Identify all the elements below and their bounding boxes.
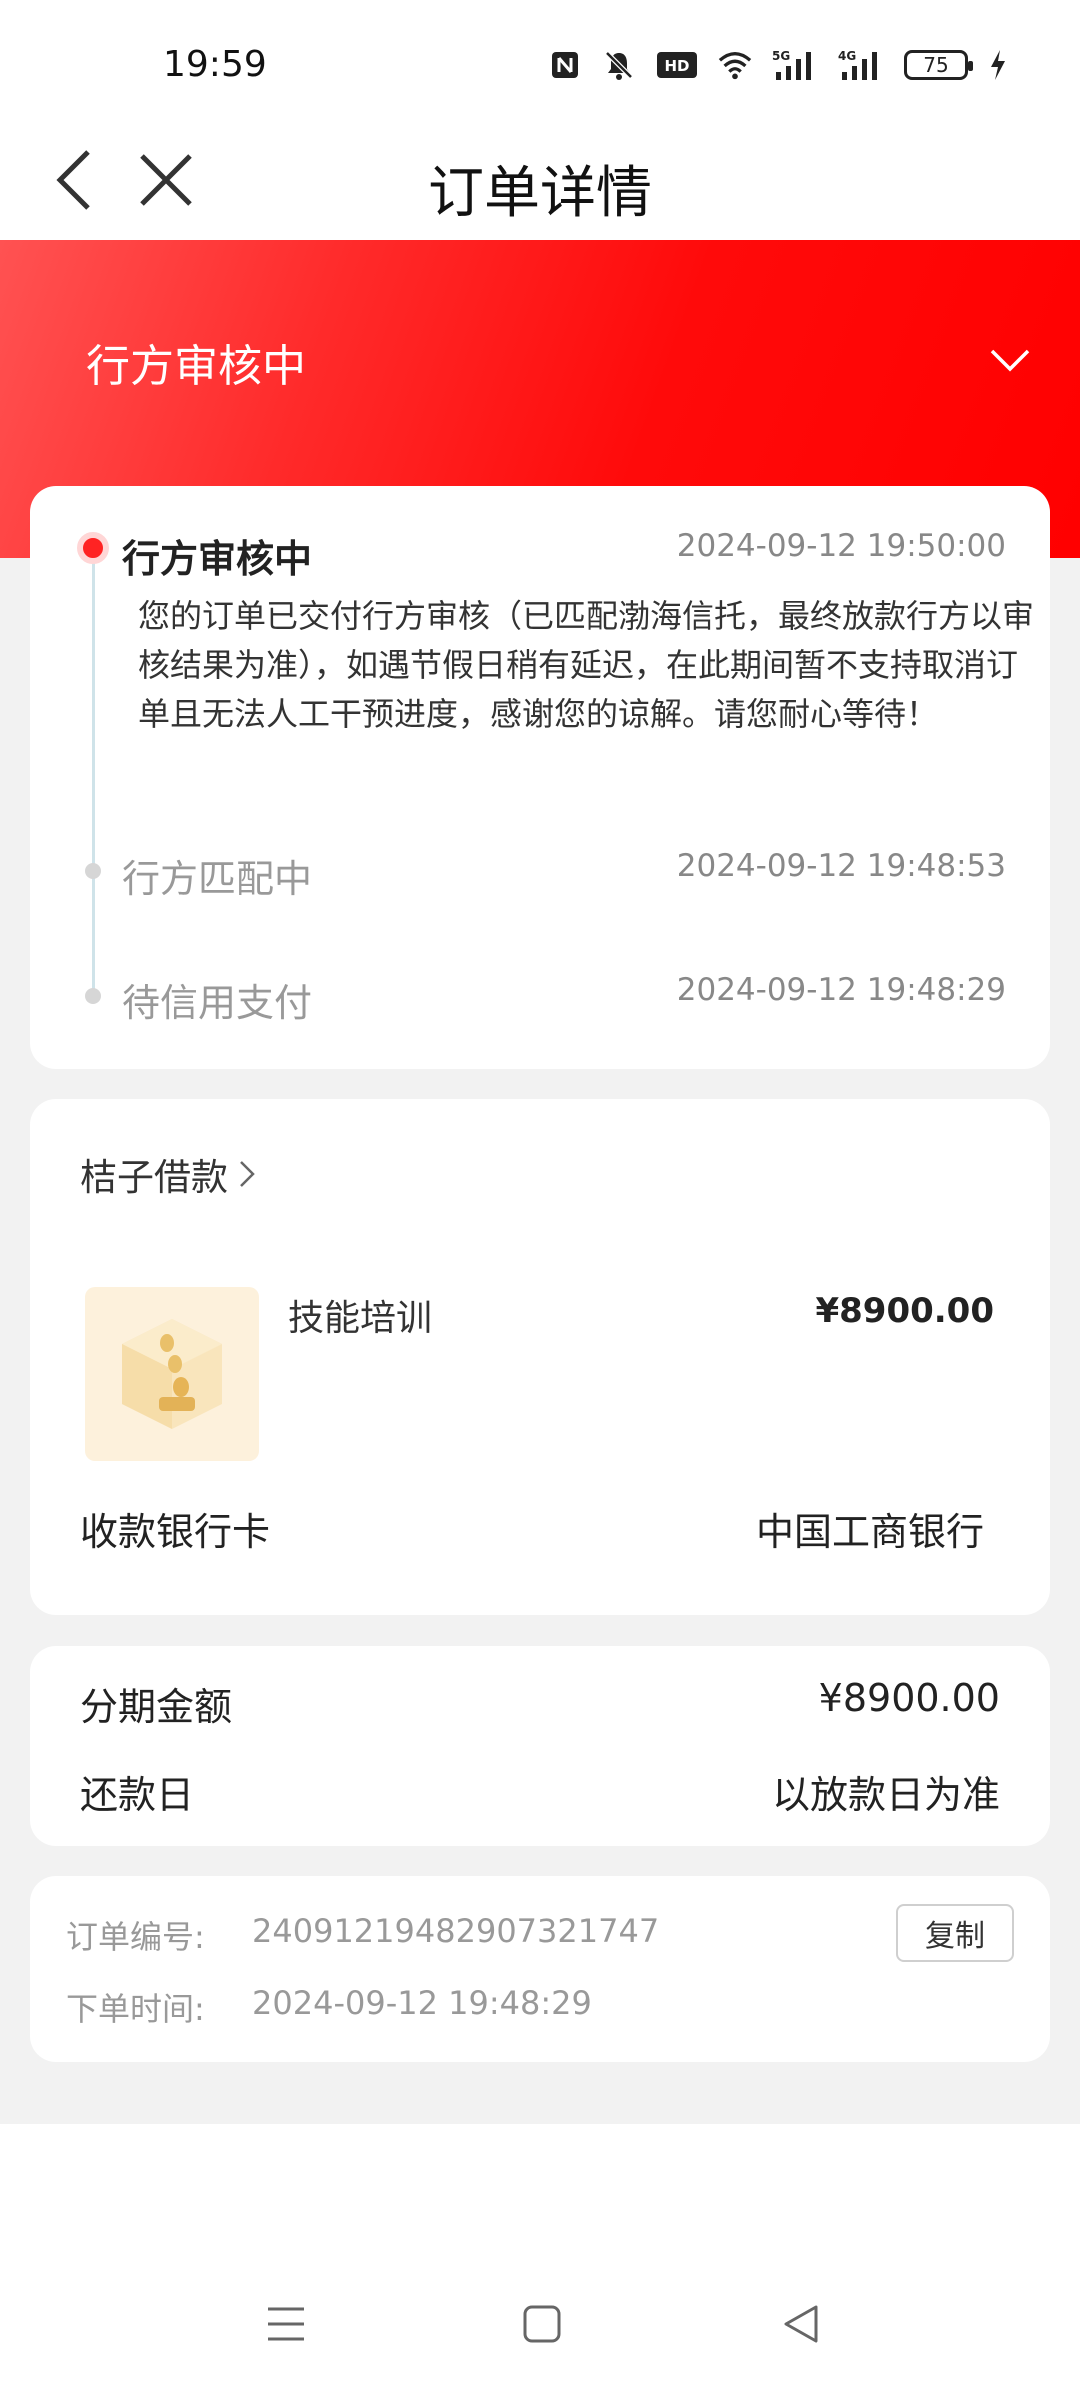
order-number-value: 24091219482907321747 [252, 1912, 660, 1950]
home-square-icon [523, 2305, 561, 2343]
battery-icon: 75 [904, 50, 973, 80]
nfc-icon [548, 48, 582, 82]
timeline-step-title: 待信用支付 [122, 981, 313, 1025]
nav-bar: 订单详情 [0, 120, 1080, 240]
page-title: 订单详情 [428, 161, 652, 226]
timeline-dot [85, 863, 101, 879]
bank-card-value: 中国工商银行 [755, 1510, 984, 1554]
timeline-step-title: 行方匹配中 [122, 857, 313, 901]
4g-signal-icon: 4G [838, 48, 884, 82]
home-button[interactable] [512, 2294, 572, 2354]
battery-level: 75 [923, 53, 949, 77]
bank-card-label: 收款银行卡 [80, 1510, 271, 1554]
timeline-step-time: 2024-09-12 19:48:29 [676, 972, 1006, 1008]
status-bar: 19:59 HD 5G 4G 75 [0, 0, 1080, 120]
system-nav-bar [0, 2240, 1080, 2400]
timeline-line [92, 546, 95, 996]
wifi-icon [718, 48, 752, 82]
hd-label: HD [664, 57, 689, 75]
5g-label: 5G [772, 49, 790, 63]
installment-card: 分期金额 ¥8900.00 还款日 以放款日为准 [30, 1646, 1050, 1846]
repayment-date-value: 以放款日为准 [771, 1773, 1000, 1817]
status-icons: HD 5G 4G 75 [548, 48, 1008, 82]
merchant-link[interactable]: 桔子借款 [80, 1147, 256, 1201]
timeline-step-description: 您的订单已交付行方审核（已匹配渤海信托，最终放款行方以审核结果为准），如遇节假日… [138, 597, 1035, 733]
menu-icon [268, 2307, 304, 2341]
timeline-step-time: 2024-09-12 19:50:00 [676, 528, 1006, 564]
hd-icon: HD [656, 48, 698, 82]
chevron-down-icon [990, 349, 1030, 372]
repayment-date-label: 还款日 [80, 1773, 195, 1817]
timeline-step-time: 2024-09-12 19:48:53 [676, 848, 1006, 884]
timeline-card: 行方审核中 2024-09-12 19:50:00 您的订单已交付行方审核（已匹… [30, 486, 1050, 1069]
timeline-dot-active [77, 532, 109, 564]
menu-button[interactable] [256, 2294, 316, 2354]
5g-signal-icon: 5G [772, 48, 818, 82]
charging-icon [988, 48, 1008, 82]
order-number-label: 订单编号: [66, 1918, 205, 1956]
product-card: 桔子借款 技能培训 ¥8900.00 收款银行卡 中国工商银行 [30, 1099, 1050, 1615]
status-time: 19:59 [163, 44, 267, 85]
product-thumbnail [85, 1287, 259, 1461]
coin-box-icon [122, 1319, 222, 1429]
timeline-dot [85, 988, 101, 1004]
4g-label: 4G [838, 49, 856, 63]
timeline-step-title: 行方审核中 [122, 537, 313, 581]
expand-button[interactable] [980, 330, 1040, 390]
back-triangle-icon [784, 2305, 818, 2343]
installment-amount-label: 分期金额 [80, 1685, 233, 1729]
installment-amount-value: ¥8900.00 [818, 1676, 1000, 1720]
product-name: 技能培训 [288, 1298, 433, 1339]
order-time-value: 2024-09-12 19:48:29 [252, 1984, 592, 2022]
order-info-card: 订单编号: 24091219482907321747 复制 下单时间: 2024… [30, 1876, 1050, 2062]
chevron-right-icon [240, 1161, 255, 1187]
product-price: ¥8900.00 [815, 1291, 994, 1331]
mute-icon [602, 48, 636, 82]
order-time-label: 下单时间: [66, 1990, 205, 2028]
merchant-name: 桔子借款 [80, 1156, 228, 1199]
back-nav-button[interactable] [770, 2294, 830, 2354]
status-title: 行方审核中 [86, 341, 306, 392]
copy-button[interactable]: 复制 [896, 1904, 1014, 1962]
